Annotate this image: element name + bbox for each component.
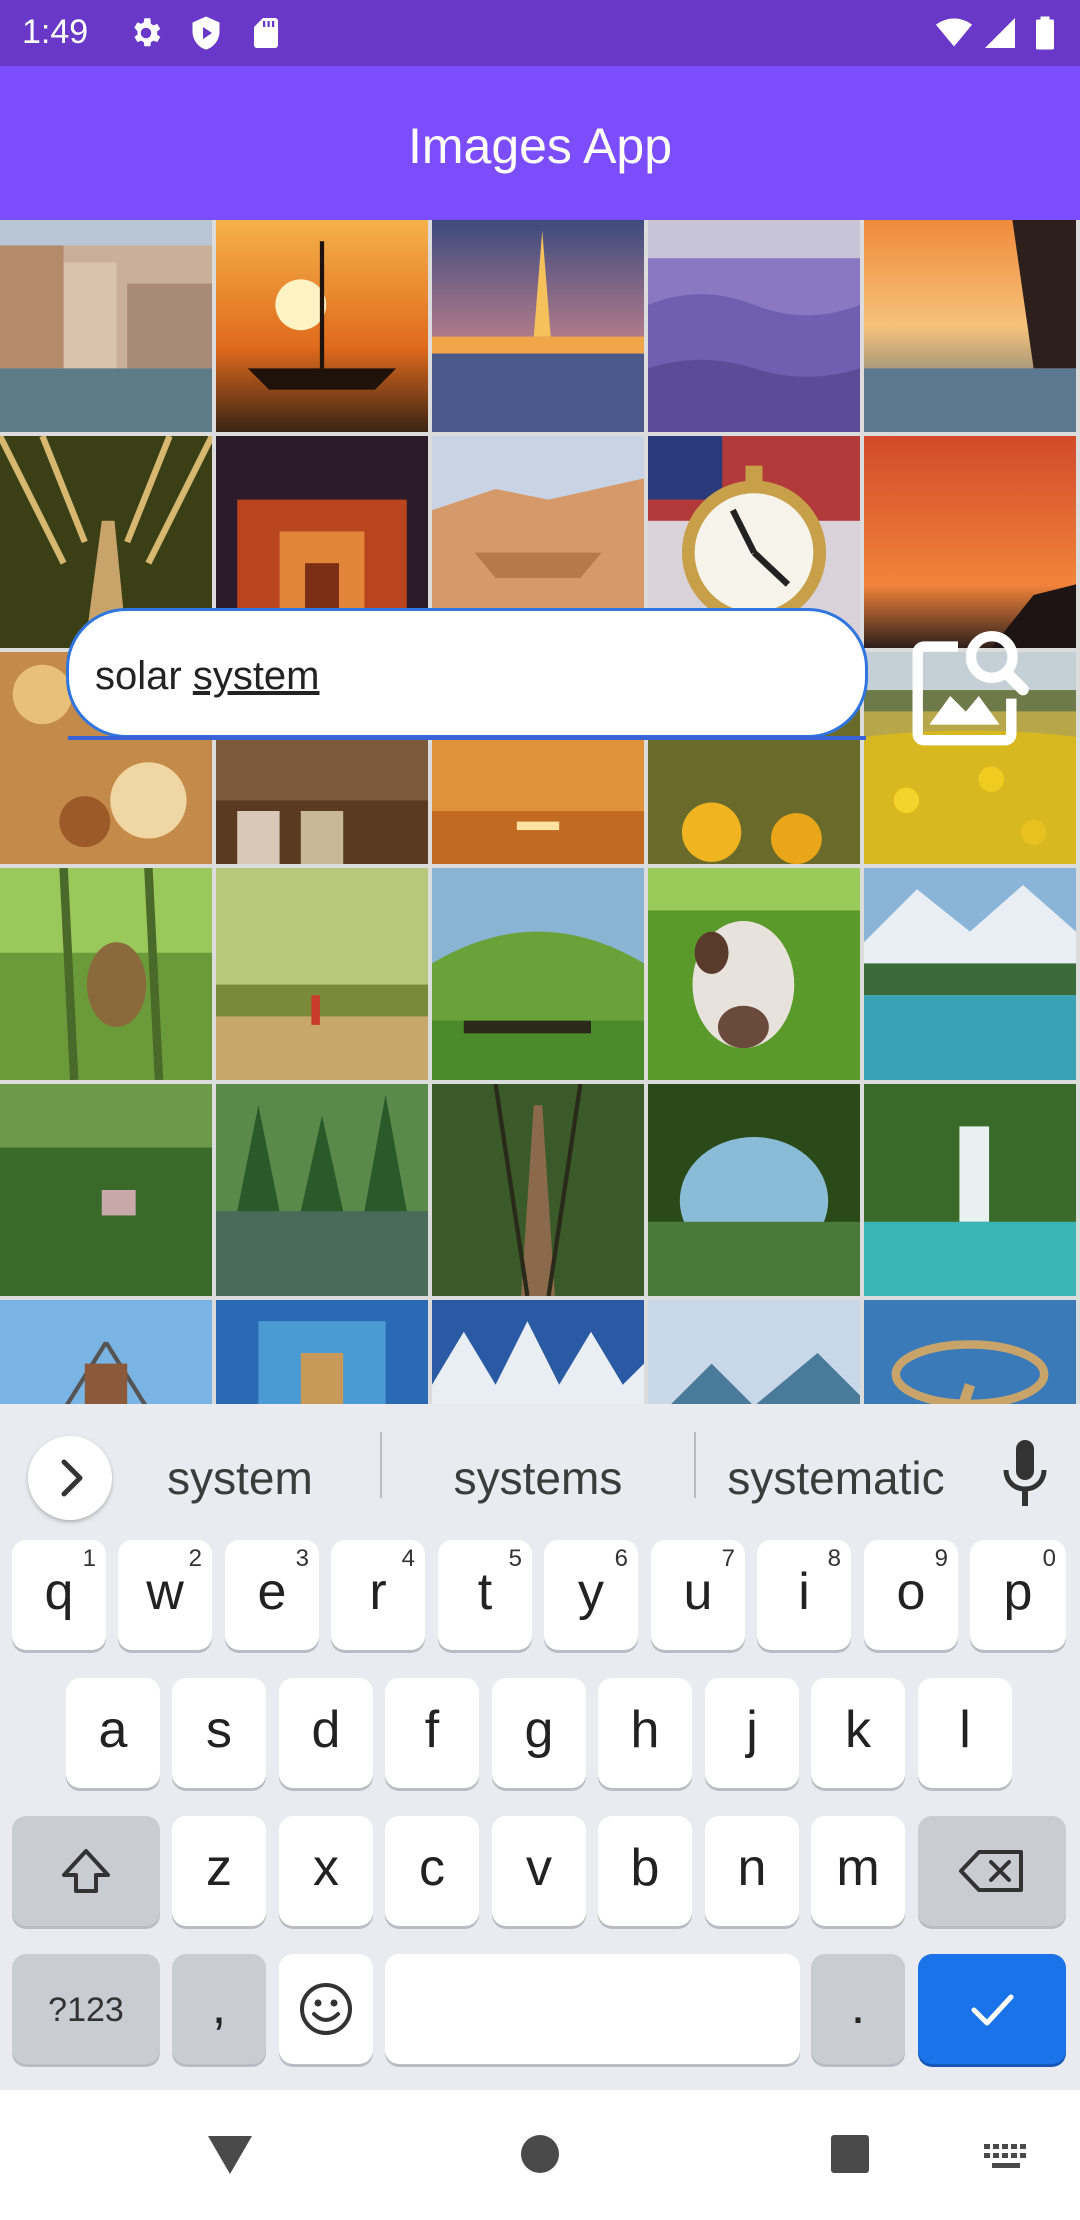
image-tile[interactable]: [0, 1084, 212, 1296]
key-j[interactable]: j: [705, 1678, 799, 1788]
home-button[interactable]: [520, 2134, 560, 2174]
image-search-button[interactable]: [906, 618, 1036, 748]
wifi-icon: [934, 15, 974, 51]
suggestion-divider: [380, 1432, 382, 1498]
shield-icon: [188, 15, 224, 51]
image-tile[interactable]: [216, 868, 428, 1080]
key-z[interactable]: z: [172, 1816, 266, 1926]
suggestion-divider: [694, 1432, 696, 1498]
voice-input-button[interactable]: [990, 1434, 1060, 1518]
image-tile[interactable]: [432, 220, 644, 432]
battery-icon: [1032, 15, 1058, 51]
composing-word: system: [192, 654, 320, 698]
app-title: Images App: [407, 118, 673, 174]
image-grid[interactable]: [0, 220, 1080, 1404]
key-m[interactable]: m: [811, 1816, 905, 1926]
recents-button[interactable]: [830, 2134, 870, 2174]
search-input[interactable]: solar system: [66, 608, 868, 738]
key-k[interactable]: k: [811, 1678, 905, 1788]
microphone-icon: [1003, 1440, 1047, 1506]
image-tile[interactable]: [648, 868, 860, 1080]
suggestion-1[interactable]: system: [130, 1438, 350, 1518]
suggestion-expand-button[interactable]: [28, 1436, 112, 1520]
image-search-icon: [912, 631, 1029, 746]
image-tile[interactable]: [216, 220, 428, 432]
key-a[interactable]: a: [66, 1678, 160, 1788]
key-t[interactable]: t5: [438, 1540, 532, 1650]
backspace-icon: [959, 1850, 1023, 1892]
app-bar: Images App: [0, 66, 1080, 220]
image-tile[interactable]: [0, 1300, 212, 1404]
soft-keyboard: system systems systematic q1 w2 e3 r4 t5…: [0, 1404, 1080, 2090]
key-v[interactable]: v: [492, 1816, 586, 1926]
keyboard-switch-button[interactable]: [984, 2144, 1028, 2170]
key-o[interactable]: o9: [864, 1540, 958, 1650]
image-tile[interactable]: [0, 868, 212, 1080]
period-key[interactable]: .: [811, 1954, 905, 2064]
chevron-right-icon: [61, 1459, 83, 1497]
search-focus-indicator: [68, 736, 866, 740]
key-l[interactable]: l: [918, 1678, 1012, 1788]
enter-key[interactable]: [918, 1954, 1066, 2064]
shift-key[interactable]: [12, 1816, 160, 1926]
image-tile[interactable]: [864, 1084, 1076, 1296]
backspace-key[interactable]: [918, 1816, 1066, 1926]
back-button[interactable]: [204, 2130, 256, 2180]
suggestion-3[interactable]: systematic: [706, 1438, 966, 1518]
status-time: 1:49: [22, 13, 89, 51]
key-e[interactable]: e3: [225, 1540, 319, 1650]
keyboard-switch-icon: [984, 2144, 1026, 2168]
image-tile[interactable]: [864, 436, 1076, 648]
key-w[interactable]: w2: [118, 1540, 212, 1650]
key-d[interactable]: d: [279, 1678, 373, 1788]
key-r[interactable]: r4: [331, 1540, 425, 1650]
system-nav-bar: [0, 2090, 1080, 2220]
key-p[interactable]: p0: [970, 1540, 1066, 1650]
space-key[interactable]: [385, 1954, 800, 2064]
image-tile[interactable]: [216, 1084, 428, 1296]
home-icon: [521, 2135, 559, 2173]
image-tile[interactable]: [0, 220, 212, 432]
key-b[interactable]: b: [598, 1816, 692, 1926]
key-q[interactable]: q1: [12, 1540, 106, 1650]
emoji-key[interactable]: [279, 1954, 373, 2064]
key-x[interactable]: x: [279, 1816, 373, 1926]
key-h[interactable]: h: [598, 1678, 692, 1788]
image-tile[interactable]: [648, 220, 860, 432]
image-tile[interactable]: [432, 1300, 644, 1404]
image-tile[interactable]: [864, 868, 1076, 1080]
image-tile[interactable]: [432, 868, 644, 1080]
sd-card-icon: [248, 15, 284, 51]
image-tile[interactable]: [648, 1084, 860, 1296]
settings-icon: [128, 15, 164, 51]
key-f[interactable]: f: [385, 1678, 479, 1788]
search-input-value: solar system: [95, 654, 320, 698]
image-tile[interactable]: [432, 1084, 644, 1296]
image-tile[interactable]: [864, 220, 1076, 432]
key-c[interactable]: c: [385, 1816, 479, 1926]
image-tile[interactable]: [216, 1300, 428, 1404]
checkmark-icon: [971, 1994, 1014, 2026]
key-u[interactable]: u7: [651, 1540, 745, 1650]
emoji-icon: [300, 1983, 352, 2035]
image-tile[interactable]: [864, 1300, 1076, 1404]
key-n[interactable]: n: [705, 1816, 799, 1926]
suggestion-2[interactable]: systems: [408, 1438, 668, 1518]
comma-key[interactable]: ,: [172, 1954, 266, 2064]
back-icon: [208, 2136, 252, 2174]
shift-icon: [62, 1849, 110, 1893]
image-tile[interactable]: [648, 1300, 860, 1404]
signal-icon: [982, 15, 1018, 51]
status-bar: 1:49: [0, 0, 1080, 66]
key-y[interactable]: y6: [544, 1540, 638, 1650]
symbols-key[interactable]: ?123: [12, 1954, 160, 2064]
recents-icon: [831, 2135, 869, 2173]
key-g[interactable]: g: [492, 1678, 586, 1788]
key-i[interactable]: i8: [757, 1540, 851, 1650]
key-s[interactable]: s: [172, 1678, 266, 1788]
